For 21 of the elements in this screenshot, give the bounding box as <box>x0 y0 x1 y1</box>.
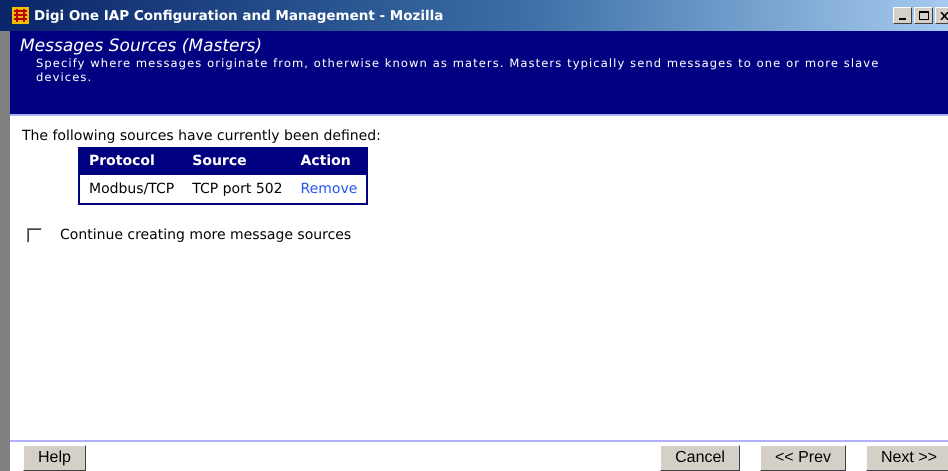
column-header: Source <box>183 148 292 175</box>
window-title: Digi One IAP Configuration and Management - Mozilla <box>34 8 444 24</box>
close-icon <box>940 12 948 20</box>
remove-link[interactable]: Remove <box>300 181 358 197</box>
maximize-button[interactable] <box>914 7 933 24</box>
minimize-button[interactable] <box>893 7 912 24</box>
checkbox-label: Continue creating more message sources <box>60 227 352 243</box>
next-button[interactable]: Next >> <box>866 445 948 471</box>
page-title: Messages Sources (Masters) <box>20 36 263 56</box>
app-icon <box>12 7 29 24</box>
prev-button[interactable]: << Prev <box>760 445 846 471</box>
page-description: Specify where messages originate from, otherwise known as maters. Masters typically send messages to one or more slave devices. <box>35 56 880 84</box>
table-cell: Modbus/TCP <box>79 175 184 204</box>
column-header: Protocol <box>79 148 184 175</box>
help-button[interactable]: Help <box>23 445 86 471</box>
intro-text: The following sources have currently been defined: <box>22 128 382 144</box>
cancel-button[interactable]: Cancel <box>660 445 740 471</box>
column-header: Action <box>292 148 368 175</box>
minimize-icon <box>899 18 906 20</box>
table-cell: TCP port 502 <box>183 175 292 204</box>
maximize-icon <box>918 11 928 20</box>
